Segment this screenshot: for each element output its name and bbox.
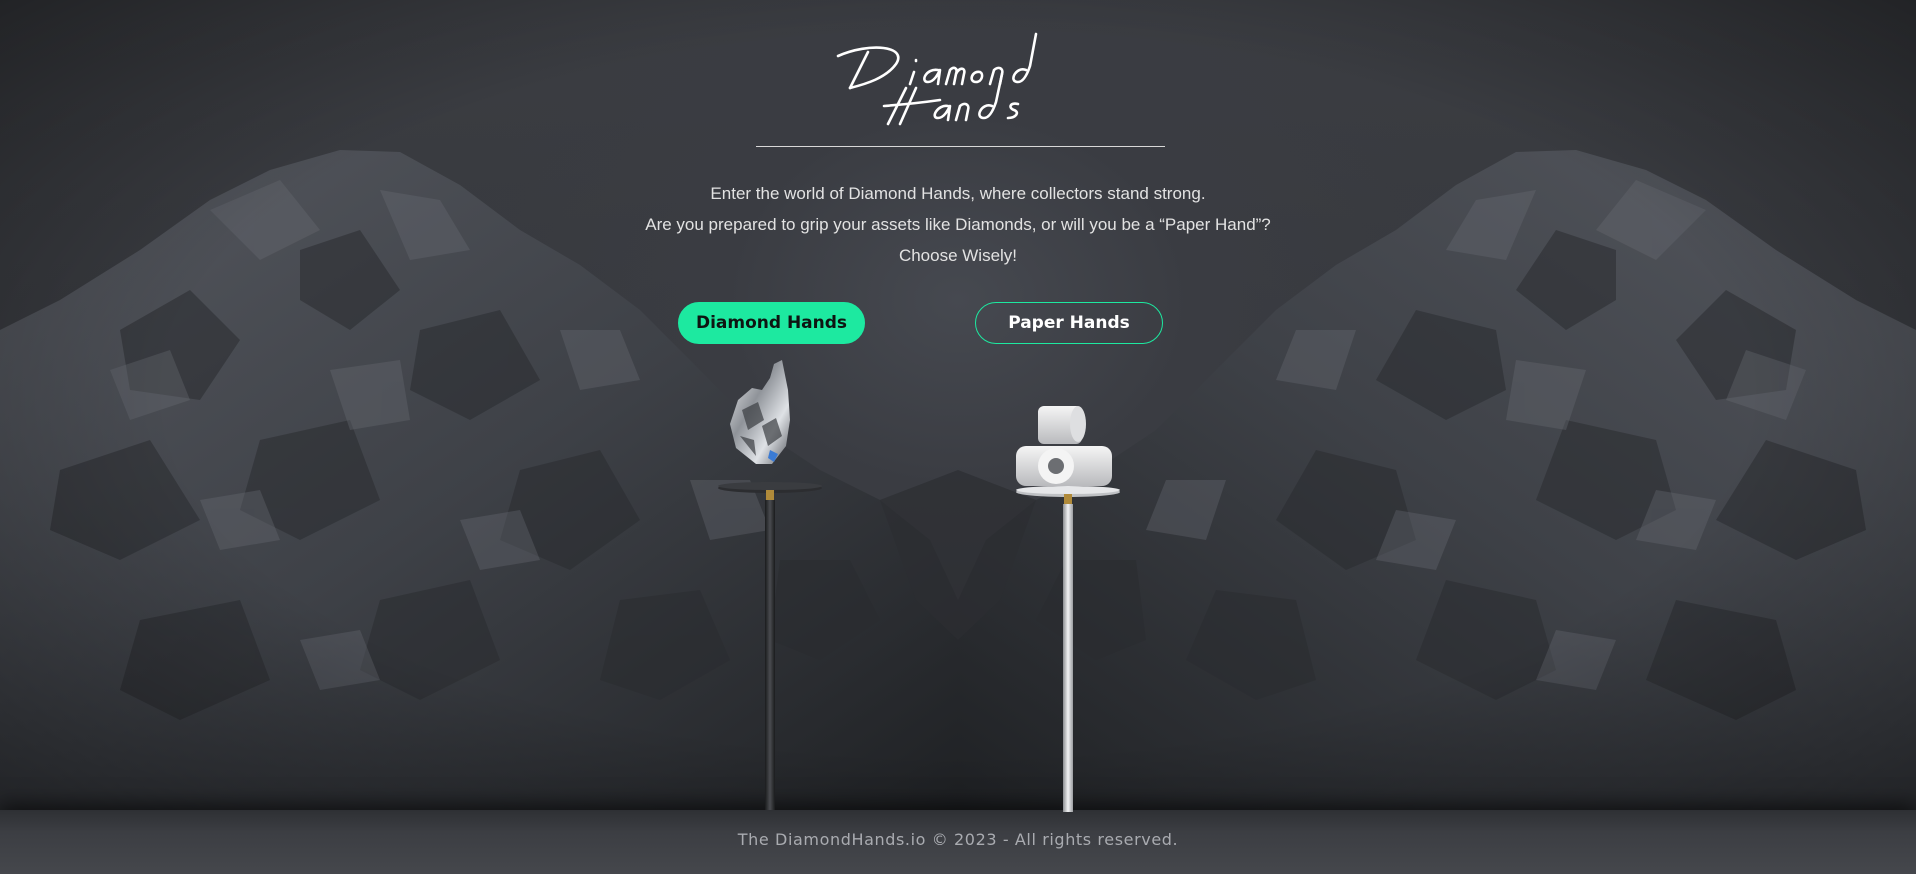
diamond-hands-button[interactable]: Diamond Hands (678, 302, 865, 344)
landing-stage: Enter the world of Diamond Hands, where … (0, 0, 1916, 874)
paper-hands-button[interactable]: Paper Hands (975, 302, 1163, 344)
intro-line-3: Choose Wisely! (898, 246, 1018, 265)
intro-line-1: Enter the world of Diamond Hands, where … (710, 184, 1206, 203)
header-divider (756, 146, 1165, 147)
intro-text: Enter the world of Diamond Hands, where … (558, 178, 1358, 271)
diamond-hand-trophy-icon[interactable] (712, 360, 828, 812)
diamond-hands-logo[interactable] (830, 22, 1090, 132)
intro-line-2: Are you prepared to grip your assets lik… (645, 215, 1271, 234)
footer-copyright: The DiamondHands.io © 2023 - All rights … (737, 830, 1179, 849)
toilet-paper-trophy-icon[interactable] (1008, 398, 1128, 812)
